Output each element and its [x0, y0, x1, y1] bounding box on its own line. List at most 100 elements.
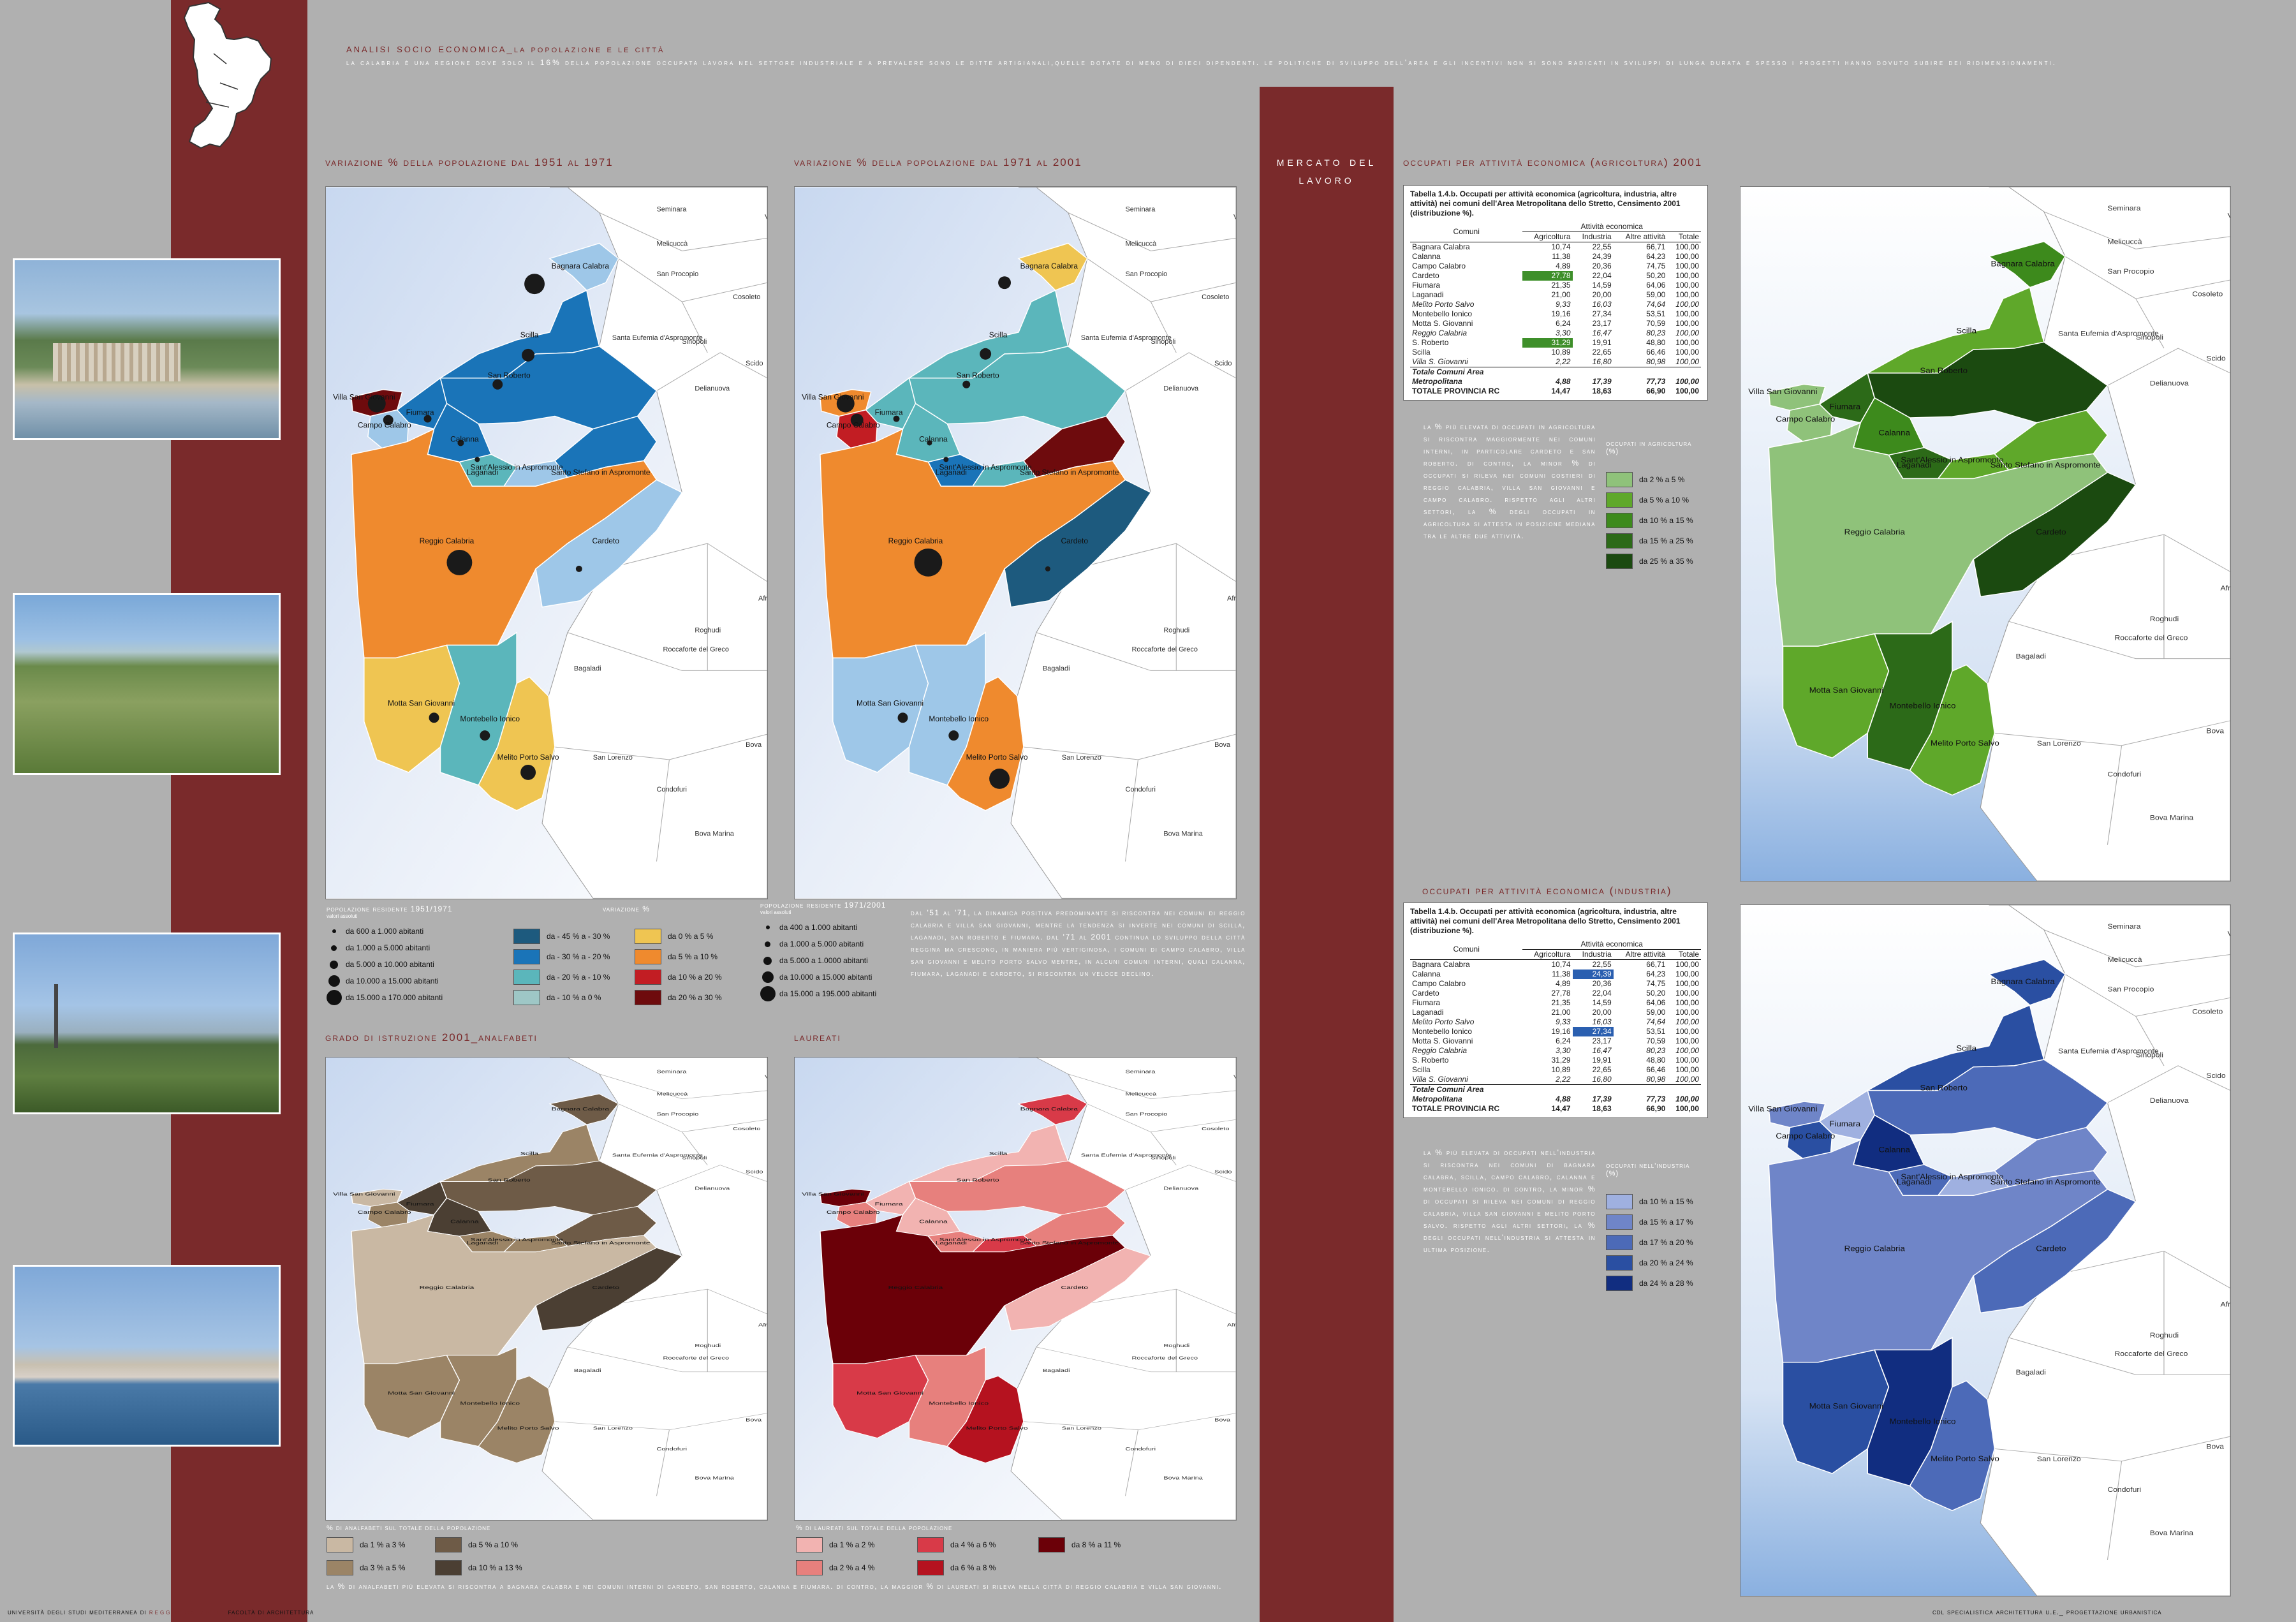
legend-swatch	[1606, 1194, 1633, 1209]
table-cell: 27,78	[1551, 989, 1571, 998]
place-label: Bova	[2206, 728, 2224, 735]
map-var-1951-1971[interactable]: Bagnara Calabra Scilla Villa San Giovanni C…	[325, 186, 768, 899]
legend-swatch	[1038, 1537, 1065, 1552]
place-label: Reggio Calabria	[1844, 1244, 1905, 1253]
table-cell: 27,34	[1592, 309, 1612, 318]
table-cell: TOTALE PROVINCIA RC	[1412, 1104, 1500, 1113]
table-cell: 3,30	[1556, 328, 1571, 337]
legend-label: da 8 % a 11 %	[1071, 1540, 1121, 1549]
legend-variazione-neg-row: da - 10 % a 0 %	[513, 987, 635, 1008]
table-cell: 16,80	[1592, 1075, 1612, 1084]
table-cell: 64,23	[1646, 970, 1666, 978]
place-label: Motta San Giovanni	[1809, 686, 1884, 695]
table-cell: 10,89	[1551, 348, 1571, 357]
legend-analfabeti-title: % di analfabeti sul totale della popolaz…	[327, 1524, 491, 1532]
table-cell: Metropolitana	[1412, 377, 1462, 386]
place-label: Varapodio	[2228, 931, 2230, 938]
legend-industria: occupati nell'industria (%) da 10 % a 15…	[1606, 1162, 1733, 1294]
legend-swatch	[635, 929, 661, 944]
legend-laureati: % di laureati sul totale della popolazio…	[796, 1524, 1179, 1578]
table-header: Altre attività	[1613, 949, 1668, 960]
title-var1951: variazione % della popolazione dal 1951 …	[325, 156, 614, 168]
place-label: Condofuri	[2107, 1487, 2141, 1494]
place-label: Condofuri	[657, 786, 688, 793]
place-label: San Procopio	[1126, 1112, 1168, 1117]
map-analfabeti[interactable]: Bagnara Calabra Scilla Villa San Giovanni C…	[325, 1057, 768, 1521]
table-cell: 24,39	[1572, 970, 1614, 979]
legend-label: da 10 % a 13 %	[468, 1563, 522, 1572]
place-label: Santo Stefano in Aspromonte	[1020, 468, 1119, 476]
photo-hills	[13, 593, 281, 775]
place-label: Melicuccà	[1126, 1091, 1158, 1096]
table-cell: 6,24	[1556, 319, 1571, 328]
legend-swatch	[513, 970, 540, 985]
table-cell: 66,90	[1646, 387, 1666, 395]
place-label: Roccaforte del Greco	[2115, 635, 2188, 642]
table-row: Bagnara Calabra 10,74 22,55 66,71 100,00	[1410, 960, 1701, 970]
place-label: Calanna	[450, 434, 479, 443]
legend-dot-label: da 5.000 a 1.0000 abitanti	[779, 956, 868, 965]
legend-pop-1951-title: popolazione residente 1951/1971	[327, 904, 453, 913]
place-label: Scilla	[520, 1151, 539, 1156]
place-label: Santo Stefano in Aspromonte	[551, 468, 651, 476]
place-label: Fiumara	[875, 1202, 903, 1207]
table-row: Montebello Ionico 19,16 27,34 53,51 100,00	[1410, 1027, 1701, 1036]
map-industria[interactable]: Bagnara Calabra Scilla Villa San Giovanni C…	[1740, 904, 2231, 1596]
place-label: Roccaforte del Greco	[2115, 1351, 2188, 1358]
place-label: Melicuccà	[2107, 957, 2142, 964]
table-row: Scilla 10,89 22,65 66,46 100,00	[1410, 348, 1701, 357]
legend-variazione-pos-row: da 20 % a 30 %	[635, 987, 749, 1008]
table-cell: 100,00	[1675, 242, 1699, 251]
calabria-region-icon	[183, 1, 272, 149]
legend-variazione-pos-row: da 10 % a 20 %	[635, 967, 749, 987]
table-header: Comuni	[1410, 940, 1523, 960]
place-label: Melicuccà	[1126, 240, 1158, 247]
table-header: Industria	[1572, 232, 1614, 242]
place-label: Bagnara Calabra	[552, 1107, 610, 1112]
table-cell: 21,00	[1551, 290, 1571, 299]
title-agricoltura: occupati per attività economica (agricol…	[1403, 156, 1703, 168]
place-label: Delianuova	[2150, 380, 2189, 387]
place-label: Sant'Alessio in Aspromonte	[939, 1237, 1033, 1242]
legend-label: da 20 % a 24 %	[1639, 1258, 1693, 1267]
legend-variazione: variazione % da - 45 % a - 30 % da - 30 %…	[513, 904, 749, 1008]
table-cell: Cardeto	[1412, 989, 1439, 998]
place-label: Roccaforte del Greco	[663, 1355, 729, 1360]
table-cell: 100,00	[1675, 1008, 1699, 1017]
table-row: Campo Calabro 4,89 20,36 74,75 100,00	[1410, 979, 1701, 989]
place-label: Calanna	[450, 1219, 479, 1224]
place-label: Montebello Ionico	[1890, 1417, 1956, 1426]
table-cell: 2,22	[1556, 1075, 1571, 1084]
table-cell: 80,98	[1646, 1075, 1666, 1084]
population-dot	[446, 549, 473, 575]
table-cell: 18,63	[1592, 387, 1612, 395]
place-label: Cosoleto	[2192, 1008, 2223, 1015]
place-label: Scido	[2206, 355, 2225, 362]
map-var-1971-2001[interactable]: Bagnara Calabra Scilla Villa San Giovanni C…	[794, 186, 1237, 899]
table-cell: 100,00	[1675, 1065, 1699, 1074]
legend-dot-row: da 10.000 a 15.000 abitanti	[760, 969, 926, 985]
place-label: Sant'Alessio in Aspromonte	[471, 462, 563, 471]
place-label: Fiumara	[406, 408, 434, 417]
place-label: Cardeto	[2036, 528, 2066, 536]
place-label: Melicuccà	[657, 240, 689, 247]
table-cell: 22,04	[1592, 271, 1612, 280]
place-label: Reggio Calabria	[1844, 528, 1905, 536]
table-cell: S. Roberto	[1412, 1056, 1449, 1065]
table-cell: 17,39	[1592, 377, 1612, 386]
table-cell: 80,23	[1646, 1046, 1666, 1055]
table-cell: 4,88	[1556, 1095, 1571, 1103]
map-laureati[interactable]: Bagnara Calabra Scilla Villa San Giovanni C…	[794, 1057, 1237, 1521]
table-cell: Campo Calabro	[1412, 262, 1466, 270]
table-cell: 22,04	[1592, 989, 1612, 998]
map-agricoltura[interactable]: Bagnara Calabra Scilla Villa San Giovanni C…	[1740, 186, 2231, 881]
table-cell: TOTALE PROVINCIA RC	[1412, 387, 1500, 395]
place-label: Cardeto	[2036, 1244, 2066, 1253]
place-label: Scilla	[1956, 327, 1976, 335]
population-dot	[522, 348, 535, 362]
legend-label: da - 45 % a - 30 %	[547, 932, 610, 941]
table-header: Totale	[1667, 232, 1701, 242]
legend-swatch	[513, 949, 540, 964]
table-row: TOTALE PROVINCIA RC 14,47 18,63 66,90 100,00	[1410, 387, 1701, 396]
table-cell: Metropolitana	[1412, 1095, 1462, 1103]
